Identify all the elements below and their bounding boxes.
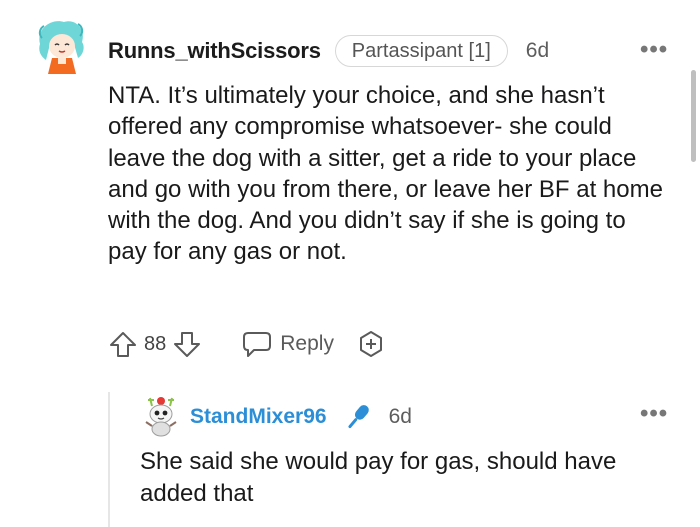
avatar-icon: [145, 397, 177, 437]
award-plus-icon: [359, 331, 382, 357]
upvote-arrow-icon: [110, 332, 136, 357]
downvote-button[interactable]: [172, 329, 202, 359]
more-options-button[interactable]: •••: [640, 400, 668, 428]
upvote-button[interactable]: [108, 329, 138, 359]
comment-header: Runns_withScissors Partassipant [1] 6d: [108, 34, 549, 68]
avatar[interactable]: [138, 392, 184, 438]
award-button[interactable]: [356, 329, 386, 359]
avatar[interactable]: [30, 14, 92, 76]
comment-header: StandMixer96 6d: [190, 400, 412, 434]
scrollbar[interactable]: [691, 70, 696, 162]
downvote-arrow-icon: [174, 332, 201, 357]
username[interactable]: Runns_withScissors: [108, 38, 321, 64]
comment-body: NTA. It’s ultimately your choice, and sh…: [108, 82, 663, 266]
reply-button[interactable]: Reply: [242, 330, 334, 358]
comment-age: 6d: [388, 405, 412, 428]
microphone-badge: [341, 400, 375, 434]
speech-bubble-icon: [243, 332, 272, 357]
microphone-icon: [348, 405, 369, 429]
user-flair: Partassipant [1]: [334, 35, 508, 67]
comment-body: She said she would pay for gas, should h…: [140, 448, 617, 507]
comment-age: 6d: [525, 39, 550, 62]
thread-line[interactable]: [108, 392, 110, 527]
username[interactable]: StandMixer96: [190, 405, 327, 429]
more-options-button[interactable]: •••: [640, 36, 668, 64]
vote-count: 88: [144, 332, 167, 355]
reply-label: Reply: [280, 332, 334, 355]
comment-actions: 88 Reply: [108, 326, 386, 362]
avatar-icon: [38, 21, 84, 74]
